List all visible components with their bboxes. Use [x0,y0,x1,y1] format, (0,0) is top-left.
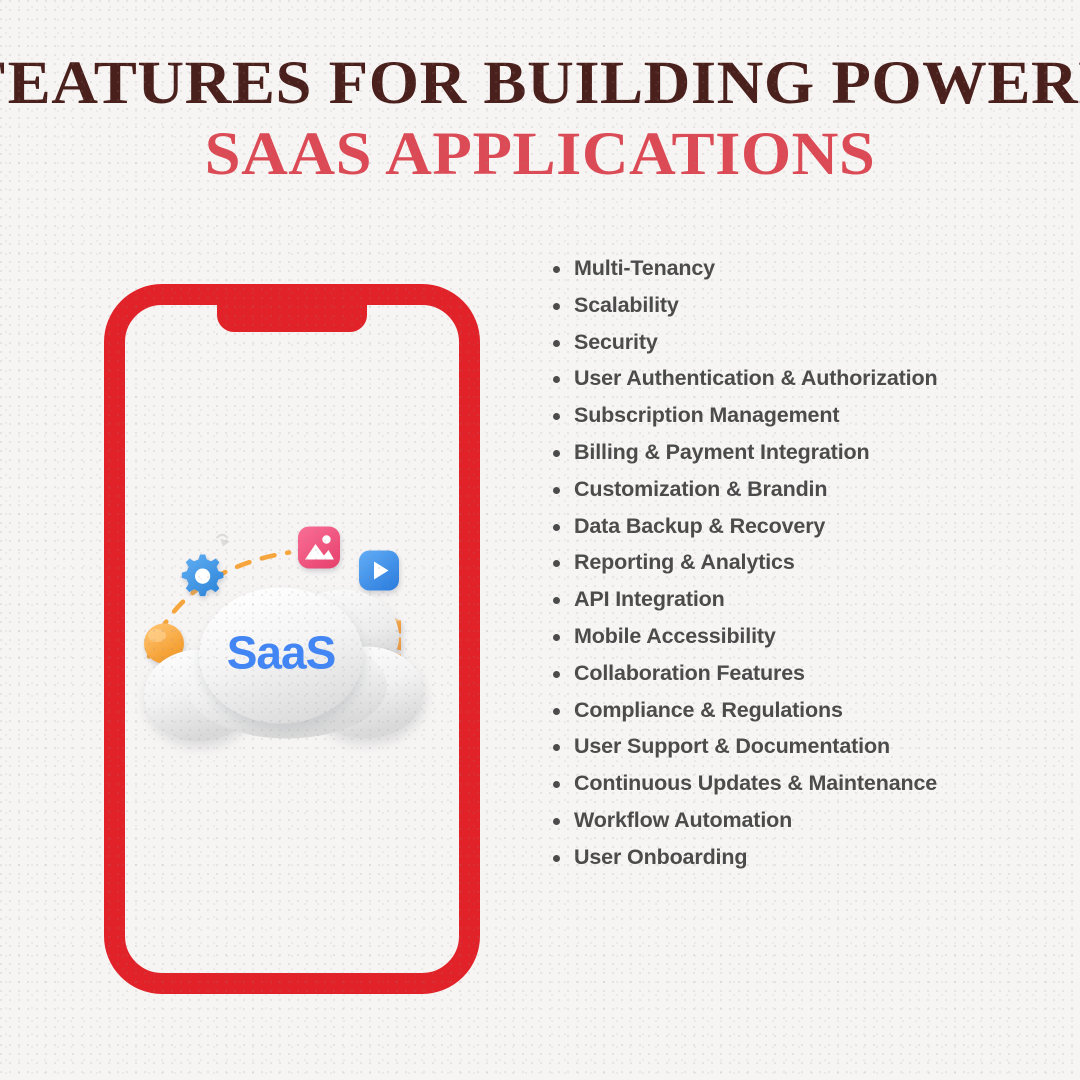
list-item: API Integration [546,589,1056,611]
list-item: Billing & Payment Integration [546,441,1056,464]
list-item: Data Backup & Recovery [546,515,1056,538]
list-item: Compliance & Regulations [546,699,1056,722]
list-item: Scalability [546,294,1056,317]
page-title: FEATURES FOR BUILDING POWERFUL SAAS APPL… [0,50,1080,188]
list-item: User Support & Documentation [546,736,1056,758]
list-item: Continuous Updates & Maintenance [546,773,1056,795]
list-item: User Onboarding [546,846,1056,869]
phone-notch [217,305,367,332]
list-item: Workflow Automation [546,809,1056,832]
phone-frame [104,284,480,994]
list-item: Customization & Brandin [546,478,1056,501]
list-item: Security [546,331,1056,354]
feature-list: Multi-Tenancy Scalability Security User … [546,257,1056,884]
title-line-primary: FEATURES FOR BUILDING POWERFUL [0,50,1080,117]
list-item: Multi-Tenancy [546,257,1056,280]
list-item: Subscription Management [546,405,1056,427]
list-item: Reporting & Analytics [546,552,1056,574]
list-item: Mobile Accessibility [546,625,1056,648]
list-item: Collaboration Features [546,662,1056,685]
phone-mockup: SaaS [104,284,480,994]
title-line-accent: SAAS APPLICATIONS [204,120,876,188]
list-item: User Authentication & Authorization [546,368,1056,390]
